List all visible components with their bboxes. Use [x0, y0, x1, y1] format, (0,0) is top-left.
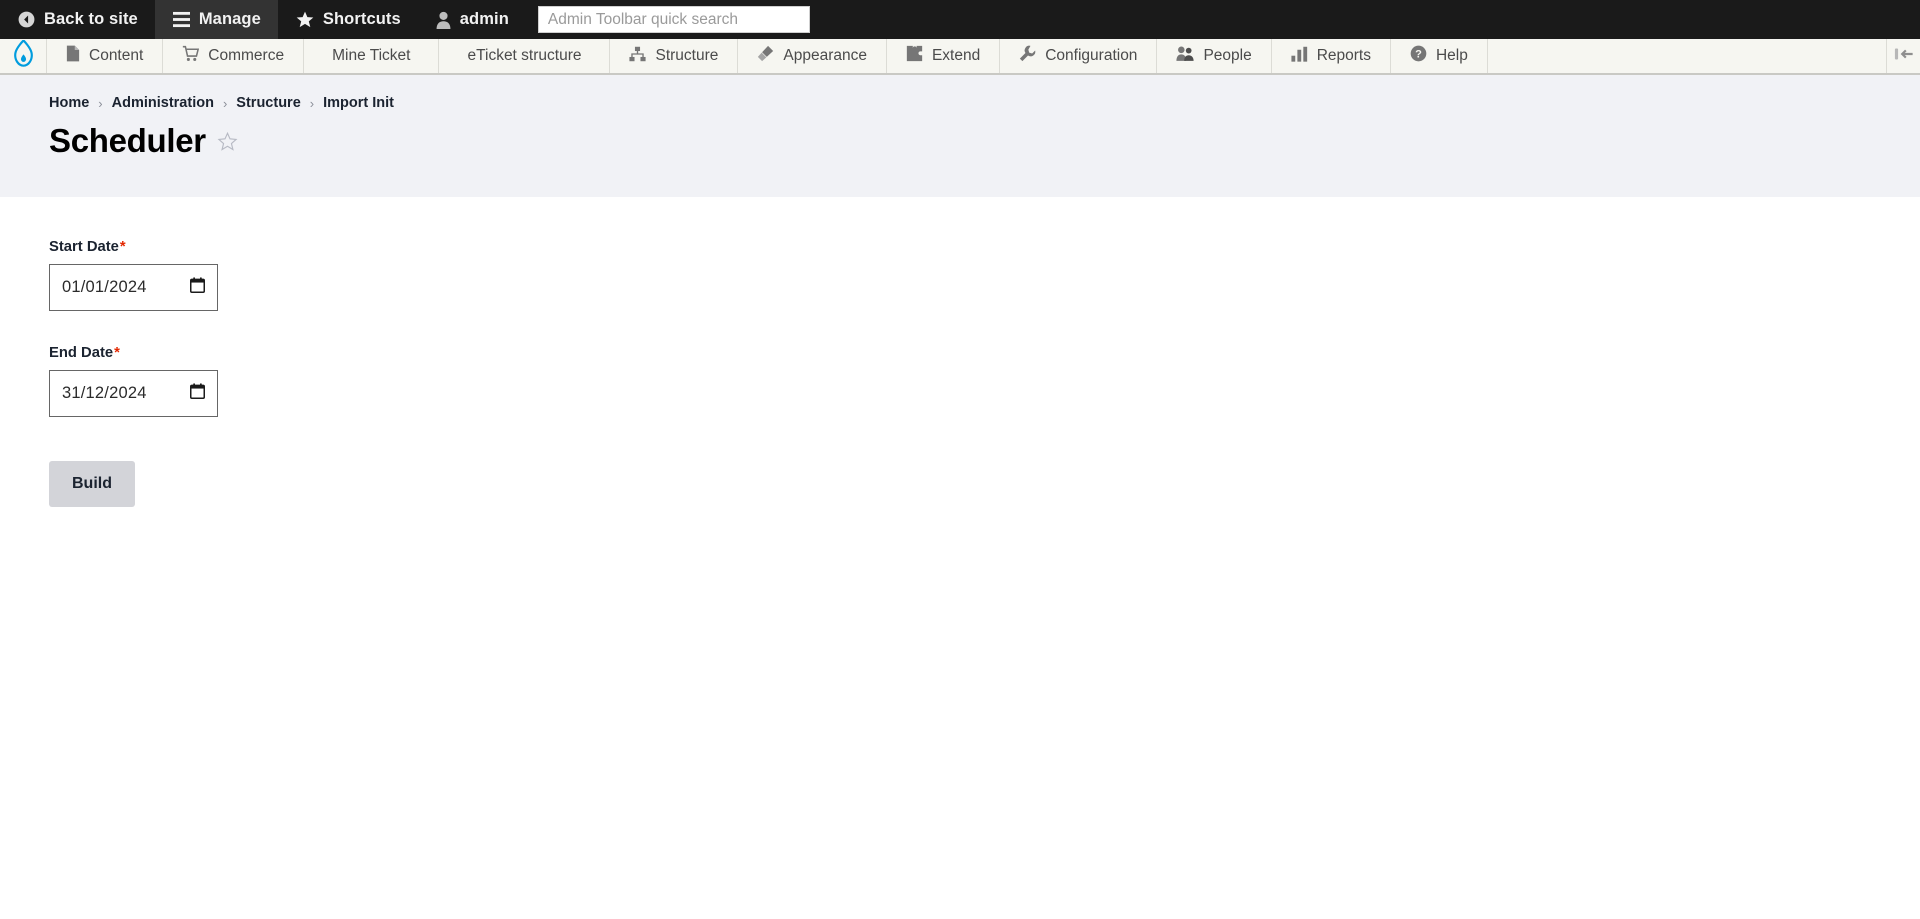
menu-item-content[interactable]: Content	[47, 39, 164, 73]
breadcrumb-separator: ›	[222, 95, 228, 111]
menu-item-reports-label: Reports	[1316, 47, 1371, 64]
breadcrumb-separator: ›	[309, 95, 315, 111]
menu-item-appearance[interactable]: Appearance	[738, 39, 887, 73]
end-date-value: 31/12/2024	[62, 384, 147, 402]
manage-label: Manage	[198, 10, 261, 28]
menu-item-appearance-label: Appearance	[783, 47, 867, 64]
breadcrumb-item-structure[interactable]: Structure	[236, 95, 300, 111]
menu-bar-filler	[1488, 39, 1887, 73]
required-marker: *	[119, 239, 126, 255]
user-account-tab[interactable]: admin	[418, 0, 526, 39]
hierarchy-icon	[629, 46, 647, 67]
back-to-site-label: Back to site	[44, 10, 138, 28]
question-circle-icon: ?	[1410, 45, 1427, 67]
bar-chart-icon	[1291, 46, 1308, 67]
menu-item-configuration[interactable]: Configuration	[1000, 39, 1158, 73]
menu-item-mine-ticket[interactable]: Mine Ticket	[304, 39, 440, 73]
breadcrumb-separator: ›	[98, 95, 103, 111]
shopping-cart-icon	[182, 45, 200, 67]
start-date-input[interactable]: 01/01/2024	[49, 264, 218, 311]
wrench-icon	[1019, 45, 1036, 67]
required-marker: *	[114, 345, 120, 361]
menu-item-structure-label: Structure	[655, 47, 719, 64]
menu-item-extend-label: Extend	[931, 47, 981, 64]
end-date-label: End Date*	[49, 345, 1920, 361]
puzzle-piece-icon	[906, 45, 923, 67]
page-header: Home › Administration › Structure › Impo…	[0, 75, 1920, 197]
calendar-icon[interactable]	[190, 383, 205, 404]
breadcrumb: Home › Administration › Structure › Impo…	[49, 95, 1920, 111]
start-date-label-text: Start Date	[49, 239, 119, 255]
page-title: Scheduler	[49, 122, 206, 159]
toolbar-orientation-toggle-icon	[1894, 47, 1914, 66]
end-date-field-group: End Date* 31/12/2024	[49, 345, 1920, 417]
paintbrush-icon	[757, 45, 774, 67]
breadcrumb-item-import-init[interactable]: Import Init	[323, 95, 394, 111]
people-icon	[1176, 45, 1195, 67]
menu-item-commerce[interactable]: Commerce	[163, 39, 305, 73]
menu-item-people-label: People	[1203, 47, 1252, 64]
breadcrumb-item-home[interactable]: Home	[49, 95, 89, 111]
start-date-label: Start Date*	[49, 239, 1920, 255]
menu-item-mine-ticket-label: Mine Ticket	[332, 47, 411, 64]
user-icon	[435, 11, 452, 29]
hamburger-menu-icon	[172, 11, 191, 28]
toolbar-orientation-toggle[interactable]	[1887, 39, 1920, 73]
end-date-input[interactable]: 31/12/2024	[49, 370, 218, 417]
main-content: Start Date* 01/01/2024 End Date* 31/12/2…	[0, 197, 1920, 919]
svg-text:?: ?	[1415, 49, 1422, 61]
user-account-label: admin	[459, 10, 509, 28]
start-date-field-group: Start Date* 01/01/2024	[49, 239, 1920, 311]
menu-item-help[interactable]: ? Help	[1391, 39, 1488, 73]
build-button[interactable]: Build	[49, 461, 135, 507]
admin-quick-search-input[interactable]	[537, 6, 810, 33]
back-to-site-button[interactable]: Back to site	[0, 0, 155, 39]
calendar-icon[interactable]	[190, 277, 205, 298]
menu-item-commerce-label: Commerce	[208, 47, 285, 64]
page-title-row: Scheduler	[49, 122, 1920, 160]
admin-toolbar: Back to site Manage Shortcuts admin	[0, 0, 1920, 39]
admin-menu-bar: Content Commerce Mine Ticket eTicket str…	[0, 38, 1920, 75]
menu-item-eticket-structure[interactable]: eTicket structure	[439, 39, 611, 73]
menu-item-structure[interactable]: Structure	[610, 39, 739, 73]
start-date-value: 01/01/2024	[62, 278, 147, 296]
page-icon	[66, 45, 80, 67]
shortcuts-tab[interactable]: Shortcuts	[278, 0, 418, 39]
menu-item-configuration-label: Configuration	[1045, 47, 1138, 64]
star-icon	[295, 10, 315, 29]
manage-tab[interactable]: Manage	[154, 0, 278, 39]
menu-item-content-label: Content	[89, 47, 144, 64]
end-date-label-text: End Date	[49, 345, 114, 361]
menu-item-people[interactable]: People	[1157, 39, 1272, 73]
star-outline-icon[interactable]	[217, 122, 238, 160]
menu-item-extend[interactable]: Extend	[887, 39, 1001, 73]
menu-item-eticket-structure-label: eTicket structure	[467, 47, 582, 64]
menu-item-help-label: Help	[1435, 47, 1468, 64]
back-arrow-circle-icon	[17, 10, 36, 29]
menu-item-reports[interactable]: Reports	[1272, 39, 1391, 73]
shortcuts-label: Shortcuts	[322, 10, 401, 28]
drupal-droplet-logo	[12, 38, 35, 72]
breadcrumb-item-administration[interactable]: Administration	[112, 95, 214, 111]
drupal-home-link[interactable]	[0, 38, 47, 73]
